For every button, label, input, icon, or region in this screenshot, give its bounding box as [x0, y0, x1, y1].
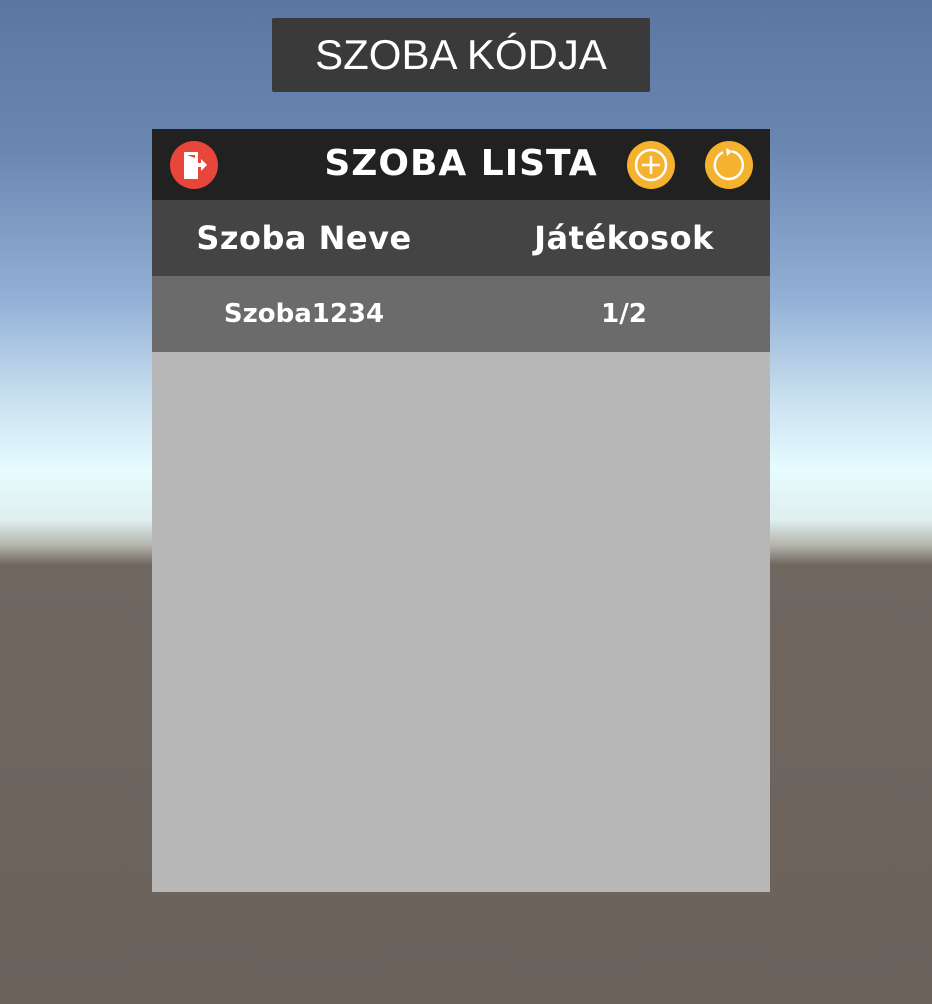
exit-button[interactable]: [170, 141, 218, 189]
refresh-icon: [713, 148, 745, 181]
room-list-panel: SZOBA LISTA Szoba Neve Játékosok Szoba12…: [152, 129, 770, 892]
room-list-title: SZOBA LISTA: [324, 142, 598, 184]
column-header-room-name: Szoba Neve: [196, 219, 412, 257]
room-name: Szoba1234: [223, 299, 385, 329]
exit-door-icon: [184, 152, 207, 179]
column-header-row: Szoba Neve Játékosok: [152, 200, 770, 276]
room-row[interactable]: Szoba1234 1/2: [152, 276, 770, 352]
create-room-button[interactable]: [627, 141, 675, 189]
room-code-button[interactable]: SZOBA KÓDJA: [272, 18, 650, 92]
column-header-players: Játékosok: [534, 219, 714, 257]
room-list-header: SZOBA LISTA: [152, 129, 770, 200]
room-player-count: 1/2: [601, 299, 647, 329]
plus-circle-icon: [634, 148, 668, 182]
refresh-button[interactable]: [705, 141, 753, 189]
